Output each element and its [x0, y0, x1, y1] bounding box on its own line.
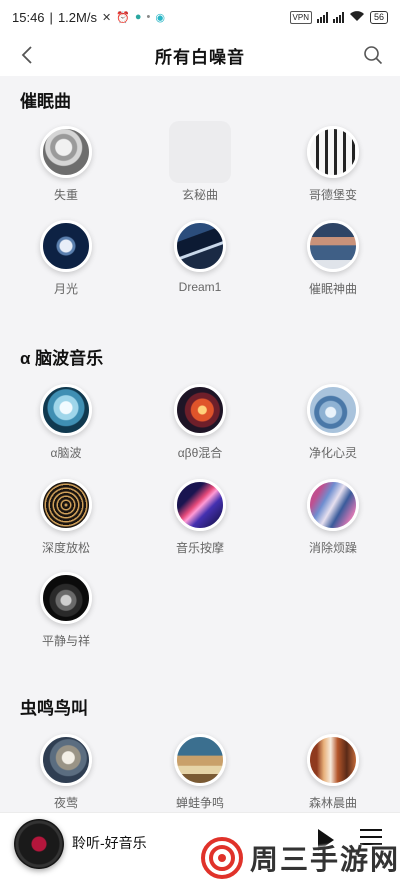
mute-icon: ✕: [101, 11, 112, 24]
sound-item-goldberg[interactable]: 哥德堡变: [278, 126, 388, 203]
fluid-art-thumbnail: [307, 479, 359, 531]
sound-item-label: 消除烦躁: [308, 541, 357, 555]
sound-item-nightingale[interactable]: 夜莺: [11, 734, 121, 811]
sound-item-label: 净化心灵: [308, 446, 357, 460]
vinyl-disc-icon[interactable]: [14, 819, 64, 869]
back-button[interactable]: [14, 42, 40, 68]
app-notification-icon-3: ◉: [155, 11, 165, 24]
section-title-insects-birds: 虫鸣鸟叫: [20, 699, 88, 718]
sound-item-label: 平静与祥: [41, 634, 90, 648]
sound-item-dream1[interactable]: Dream1: [145, 220, 255, 294]
sound-item-label: 森林晨曲: [308, 796, 357, 810]
sound-item-label: 蝉蛙争鸣: [175, 796, 224, 810]
sound-item-label: αβθ混合: [177, 446, 223, 460]
frog-thumbnail: [174, 734, 226, 786]
watermark-logo-icon: [201, 837, 243, 879]
battery-icon: 56: [369, 10, 388, 24]
signal-icon-2: [332, 11, 344, 23]
status-bar: 15:46 | 1.2M/s ✕ ⏰ ● • ◉ VPN 56: [0, 0, 400, 34]
status-time: 15:46: [12, 9, 45, 25]
top-nav-bar: 所有白噪音: [0, 34, 400, 76]
vpn-badge: VPN: [289, 10, 312, 24]
now-playing-title: 聆听-好音乐: [72, 835, 147, 851]
watermark-text: 周三手游网: [250, 844, 400, 875]
piano-keys-thumbnail: [307, 126, 359, 178]
sound-item-label: 哥德堡变: [308, 188, 357, 202]
light-streak-thumbnail: [174, 479, 226, 531]
sound-item-purify[interactable]: 净化心灵: [278, 384, 388, 461]
signal-icon: [316, 11, 328, 23]
search-icon: [364, 46, 383, 65]
mandala-thumbnail: [40, 479, 92, 531]
app-notification-icon: ●: [134, 11, 142, 23]
sound-item-label: α脑波: [50, 446, 82, 460]
sound-item-hypnotic[interactable]: 催眠神曲: [278, 220, 388, 297]
sound-item-label: 催眠神曲: [308, 282, 357, 296]
lake-sunset-thumbnail: [307, 220, 359, 272]
sound-item-label: Dream1: [178, 280, 222, 294]
sound-item-calm[interactable]: 消除烦躁: [278, 479, 388, 556]
wifi-icon: [349, 10, 365, 25]
brain-red-thumbnail: [174, 384, 226, 436]
sound-item-massage[interactable]: 音乐按摩: [145, 479, 255, 556]
section-title-lullaby: 催眠曲: [20, 92, 71, 111]
sound-item-peaceful[interactable]: 平静与祥: [11, 572, 121, 649]
sound-item-label: 音乐按摩: [175, 541, 224, 555]
moon-thumbnail: [40, 220, 92, 272]
sound-item-forest-morning[interactable]: 森林晨曲: [278, 734, 388, 811]
sound-item-cicada-frog[interactable]: 蝉蛙争鸣: [145, 734, 255, 811]
smoke-thumbnail: [40, 572, 92, 624]
chevron-left-icon: [21, 46, 32, 64]
astronaut-thumbnail: [40, 126, 92, 178]
nightingale-thumbnail: [40, 734, 92, 786]
sound-item-label: 深度放松: [41, 541, 90, 555]
sound-item-mix[interactable]: αβθ混合: [145, 384, 255, 461]
sound-item-label: 玄秘曲: [181, 188, 218, 202]
sound-item-alpha[interactable]: α脑波: [11, 384, 121, 461]
app-notification-icon-2: •: [146, 11, 151, 23]
sound-item-label: 月光: [53, 282, 78, 296]
night-mountain-thumbnail: [174, 220, 226, 272]
status-speed: 1.2M/s: [57, 9, 97, 25]
sound-item-label: 夜莺: [53, 796, 78, 810]
sound-item-moonlight[interactable]: 月光: [11, 220, 121, 297]
status-divider: |: [49, 9, 53, 25]
sound-item-label: 失重: [53, 188, 78, 202]
page-title: 所有白噪音: [155, 47, 245, 67]
sound-item-weightless[interactable]: 失重: [11, 126, 121, 203]
sound-list[interactable]: 催眠曲 失重 玄秘曲 哥德堡变 月光 Dream1 催眠神曲 α 脑波音乐 α脑…: [0, 76, 400, 888]
forest-thumbnail: [307, 734, 359, 786]
water-blue-thumbnail: [307, 384, 359, 436]
watermark: 周三手游网: [200, 832, 400, 884]
search-button[interactable]: [360, 42, 386, 68]
brain-blue-thumbnail: [40, 384, 92, 436]
section-title-alpha-wave: α 脑波音乐: [20, 349, 104, 368]
alarm-icon: ⏰: [116, 11, 130, 24]
placeholder-thumbnail: [169, 121, 231, 183]
sound-item-mystic[interactable]: 玄秘曲: [145, 121, 255, 203]
sound-item-deep-relax[interactable]: 深度放松: [11, 479, 121, 556]
